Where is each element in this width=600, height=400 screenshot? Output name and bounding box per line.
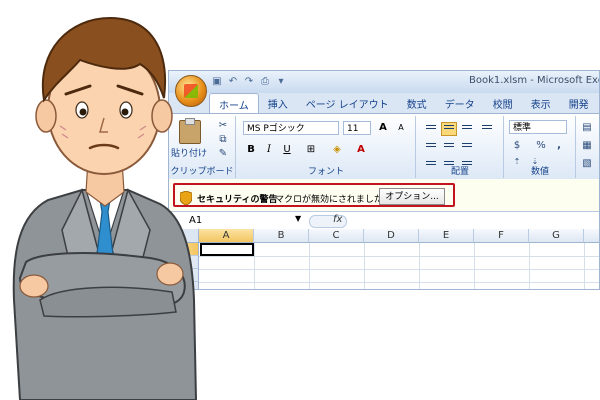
conditional-format-icon[interactable]: ▤ xyxy=(581,122,593,134)
number-group: 標準 $ % , ⇡ ⇣ 数値 xyxy=(505,116,576,178)
security-warning-title: セキュリティの警告 xyxy=(197,195,278,205)
format-painter-icon[interactable]: ✎ xyxy=(217,148,229,160)
styles-group: ▤ ▦ ▧ xyxy=(577,116,599,178)
tab-home[interactable]: ホーム xyxy=(209,93,259,114)
font-name-select[interactable]: MS Pゴシック xyxy=(243,121,339,135)
font-color-icon[interactable]: A xyxy=(353,143,369,157)
quick-access-toolbar: ▣ ↶ ↷ ⎙ ▾ xyxy=(211,75,287,89)
grid-line xyxy=(584,243,585,289)
align-top-icon[interactable] xyxy=(423,122,439,136)
customize-qat-icon[interactable]: ▾ xyxy=(275,76,287,88)
font-group: MS Pゴシック 11 A A B I U ⊞ ◈ A フォント xyxy=(237,116,416,178)
name-box[interactable]: A1 xyxy=(189,214,309,227)
window-title: Book1.xlsm - Microsoft Excel xyxy=(469,75,600,86)
name-box-dropdown-icon[interactable]: ▼ xyxy=(295,214,301,223)
shrink-font-button[interactable]: A xyxy=(393,121,409,135)
percent-button[interactable]: % xyxy=(535,140,547,152)
print-preview-icon[interactable]: ⎙ xyxy=(259,76,271,88)
wrap-text-icon[interactable] xyxy=(479,122,495,136)
tab-data[interactable]: データ xyxy=(436,93,484,113)
security-warning-message: マクロが無効にされました。 xyxy=(275,195,392,205)
alignment-group: 配置 xyxy=(417,116,504,178)
font-group-label: フォント xyxy=(307,167,344,177)
column-header-partial[interactable] xyxy=(584,229,599,243)
grid-line xyxy=(199,269,599,270)
borders-icon[interactable]: ⊞ xyxy=(303,143,319,157)
grid-line xyxy=(474,243,475,289)
tab-page-layout[interactable]: ページ レイアウト xyxy=(297,93,398,113)
align-center-icon[interactable] xyxy=(441,140,457,154)
format-table-icon[interactable]: ▦ xyxy=(581,140,593,152)
tab-formulas[interactable]: 数式 xyxy=(398,93,436,113)
bold-button[interactable]: B xyxy=(243,143,259,157)
grid-line xyxy=(309,243,310,289)
ribbon: 貼り付け ✂ ⧉ ✎ クリップボード MS Pゴシック 11 A A B I U… xyxy=(169,113,599,181)
insert-function-button[interactable]: fx xyxy=(333,214,342,225)
grid-line xyxy=(199,282,599,283)
align-bottom-icon[interactable] xyxy=(459,122,475,136)
cut-icon[interactable]: ✂ xyxy=(217,120,229,132)
undo-icon[interactable]: ↶ xyxy=(227,76,239,88)
number-format-select[interactable]: 標準 xyxy=(509,120,567,134)
align-middle-icon[interactable] xyxy=(441,122,457,136)
italic-button[interactable]: I xyxy=(261,143,277,157)
fill-color-icon[interactable]: ◈ xyxy=(329,143,345,157)
column-header-f[interactable]: F xyxy=(474,229,529,243)
currency-icon[interactable]: $ xyxy=(511,140,523,152)
worried-businessman-illustration xyxy=(12,16,198,400)
underline-button[interactable]: U xyxy=(279,143,295,157)
column-header-c[interactable]: C xyxy=(309,229,364,243)
options-button[interactable]: オプション... xyxy=(379,188,445,205)
excel-window: ▣ ↶ ↷ ⎙ ▾ Book1.xlsm - Microsoft Excel ホ… xyxy=(168,70,600,290)
align-left-icon[interactable] xyxy=(423,140,439,154)
tab-insert[interactable]: 挿入 xyxy=(259,93,297,113)
grid-line xyxy=(529,243,530,289)
formula-bar: A1 ▼ fx xyxy=(169,211,599,231)
tab-review[interactable]: 校閲 xyxy=(484,93,522,113)
copy-icon[interactable]: ⧉ xyxy=(217,134,229,146)
save-icon[interactable]: ▣ xyxy=(211,76,223,88)
title-bar: ▣ ↶ ↷ ⎙ ▾ Book1.xlsm - Microsoft Excel xyxy=(169,71,600,93)
tab-developer[interactable]: 開発 xyxy=(560,93,598,113)
column-header-b[interactable]: B xyxy=(254,229,309,243)
column-header-d[interactable]: D xyxy=(364,229,419,243)
number-group-label: 数値 xyxy=(530,167,549,177)
align-right-icon[interactable] xyxy=(459,140,475,154)
tab-view[interactable]: 表示 xyxy=(522,93,560,113)
alignment-group-label: 配置 xyxy=(450,167,469,177)
grid-line xyxy=(419,243,420,289)
selected-cell-a1[interactable] xyxy=(200,243,254,256)
grid-line xyxy=(364,243,365,289)
column-header-a[interactable]: A xyxy=(199,229,254,243)
font-size-select[interactable]: 11 xyxy=(343,121,371,135)
cell-styles-icon[interactable]: ▧ xyxy=(581,158,593,170)
column-header-g[interactable]: G xyxy=(529,229,584,243)
grow-font-button[interactable]: A xyxy=(375,121,391,135)
redo-icon[interactable]: ↷ xyxy=(243,76,255,88)
grid-line xyxy=(199,256,599,257)
column-header-e[interactable]: E xyxy=(419,229,474,243)
comma-button[interactable]: , xyxy=(553,140,565,152)
message-bar: セキュリティの警告 マクロが無効にされました。 オプション... xyxy=(169,179,599,211)
grid-line xyxy=(254,243,255,289)
worksheet-grid[interactable]: A B C D E F G 1 2 3 4 xyxy=(169,229,599,289)
ribbon-tabs: ホーム 挿入 ページ レイアウト 数式 データ 校閲 表示 開発 xyxy=(209,93,598,114)
